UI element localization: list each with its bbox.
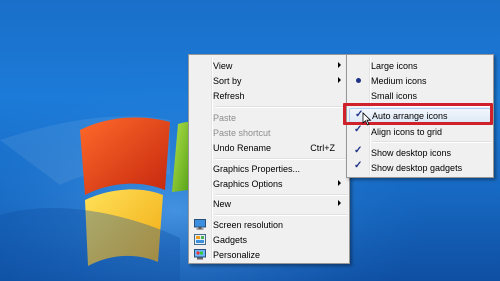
menu-item-shortcut: Ctrl+Z — [310, 142, 335, 153]
menu-separator — [373, 141, 491, 143]
menu-item-label: Paste shortcut — [213, 127, 271, 138]
menu-item-label: Show desktop icons — [371, 147, 452, 158]
menu-item-label: Align icons to grid — [371, 126, 443, 137]
menu-item-sort-by[interactable]: Sort by — [191, 73, 347, 88]
menu-item-label: Medium icons — [371, 75, 427, 86]
mouse-pointer-icon — [362, 112, 372, 126]
menu-separator — [215, 158, 347, 160]
desktop-context-menu: View Sort by Refresh Paste Paste shortcu… — [188, 54, 350, 264]
menu-item-label: Show desktop gadgets — [371, 162, 463, 173]
radio-selected-icon — [356, 78, 361, 83]
menu-separator — [215, 214, 347, 216]
menu-item-graphics-options[interactable]: Graphics Options — [191, 176, 347, 191]
menu-item-label: Small icons — [371, 90, 418, 101]
menu-item-label: Screen resolution — [213, 219, 284, 230]
menu-item-label: Gadgets — [213, 234, 248, 245]
menu-item-paste[interactable]: Paste — [191, 110, 347, 125]
menu-item-label: New — [213, 198, 232, 209]
checkmark-icon: ✓ — [354, 145, 363, 156]
submenu-item-show-desktop-icons[interactable]: ✓ Show desktop icons — [349, 145, 491, 160]
menu-item-label: Refresh — [213, 90, 245, 101]
menu-separator — [215, 106, 347, 108]
menu-item-label: Personalize — [213, 249, 261, 260]
menu-item-label: Large icons — [371, 60, 418, 71]
menu-item-label: Undo Rename — [213, 142, 272, 153]
menu-item-label: Graphics Options — [213, 178, 283, 189]
submenu-item-medium-icons[interactable]: Medium icons — [349, 73, 491, 88]
menu-item-label: View — [213, 60, 233, 71]
submenu-item-show-desktop-gadgets[interactable]: ✓ Show desktop gadgets — [349, 160, 491, 175]
screen-resolution-icon — [194, 219, 206, 230]
menu-item-refresh[interactable]: Refresh — [191, 88, 347, 103]
submenu-item-align-icons-to-grid[interactable]: ✓ Align icons to grid — [349, 124, 491, 139]
menu-item-graphics-properties[interactable]: Graphics Properties... — [191, 161, 347, 176]
menu-item-gadgets[interactable]: Gadgets — [191, 232, 347, 247]
submenu-arrow-icon — [338, 180, 341, 186]
menu-item-paste-shortcut[interactable]: Paste shortcut — [191, 125, 347, 140]
menu-item-new[interactable]: New — [191, 196, 347, 211]
submenu-arrow-icon — [338, 77, 341, 83]
personalize-icon — [194, 249, 206, 260]
gadgets-icon — [194, 234, 206, 245]
submenu-arrow-icon — [338, 62, 341, 68]
menu-item-screen-resolution[interactable]: Screen resolution — [191, 217, 347, 232]
menu-item-personalize[interactable]: Personalize — [191, 247, 347, 262]
menu-item-label: Graphics Properties... — [213, 163, 301, 174]
menu-item-view[interactable]: View — [191, 58, 347, 73]
submenu-item-small-icons[interactable]: Small icons — [349, 88, 491, 103]
submenu-arrow-icon — [338, 200, 341, 206]
menu-item-label: Paste — [213, 112, 237, 123]
submenu-item-large-icons[interactable]: Large icons — [349, 58, 491, 73]
menu-item-label: Sort by — [213, 75, 242, 86]
checkmark-icon: ✓ — [354, 160, 363, 171]
menu-item-undo-rename[interactable]: Undo Rename Ctrl+Z — [191, 140, 347, 155]
